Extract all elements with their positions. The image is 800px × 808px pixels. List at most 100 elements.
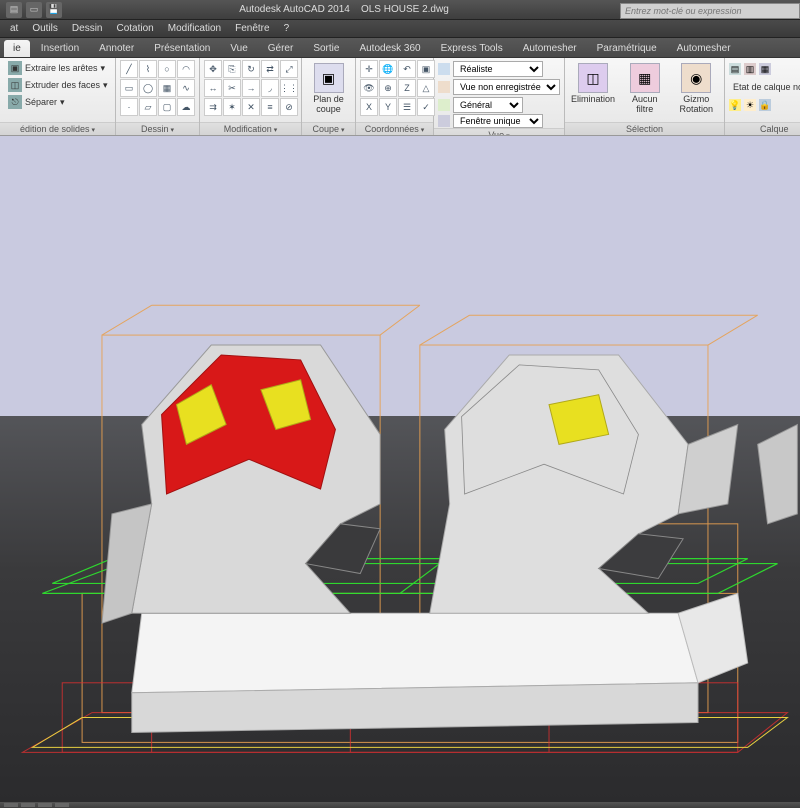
polyline-icon[interactable]: ⌇ <box>139 60 157 78</box>
tab-insertion[interactable]: Insertion <box>32 40 88 57</box>
separer-button[interactable]: ⎋ Séparer ▾ <box>4 94 112 110</box>
align-icon[interactable]: ≡ <box>261 98 279 116</box>
trim-icon[interactable]: ✂ <box>223 79 241 97</box>
spline-icon[interactable]: ∿ <box>177 79 195 97</box>
chevron-down-icon: ▾ <box>60 97 65 108</box>
tab-param[interactable]: Paramétrique <box>588 40 666 57</box>
menu-dessin[interactable]: Dessin <box>66 22 109 35</box>
menu-help[interactable]: ? <box>278 22 296 35</box>
ucs-world-icon[interactable]: 🌐 <box>379 60 397 78</box>
menu-format[interactable]: at <box>4 22 24 35</box>
array-icon[interactable]: ⋮⋮ <box>280 79 298 97</box>
plan-de-coupe-label: Plan de coupe <box>309 95 348 115</box>
tab-automesher2[interactable]: Automesher <box>668 40 740 57</box>
explode-icon[interactable]: ✶ <box>223 98 241 116</box>
layer-state-icon3: ▦ <box>759 63 771 75</box>
erase-icon[interactable]: ✕ <box>242 98 260 116</box>
mirror-icon[interactable]: ⇄ <box>261 60 279 78</box>
visual-style-row[interactable]: Réaliste <box>438 60 560 78</box>
dessin-grid: ╱ ⌇ ○ ◠ ▭ ◯ ▦ ∿ · ▱ ▢ ☁ <box>120 60 195 116</box>
tab-express[interactable]: Express Tools <box>432 40 512 57</box>
rect-icon[interactable]: ▭ <box>120 79 138 97</box>
arc-icon[interactable]: ◠ <box>177 60 195 78</box>
layer-state-row[interactable]: ▤ ▥ ▦ <box>729 60 800 78</box>
viewport-config-select[interactable]: Fenêtre unique <box>453 114 543 128</box>
ucs-3pt-icon[interactable]: △ <box>417 79 435 97</box>
rotate-icon[interactable]: ↻ <box>242 60 260 78</box>
panel-coupe: ▣ Plan de coupe Coupe▾ <box>302 58 356 135</box>
qat-save-icon[interactable]: 💾 <box>46 2 62 18</box>
copy-icon[interactable]: ⎘ <box>223 60 241 78</box>
tab-gerer[interactable]: Gérer <box>259 40 303 57</box>
ucs-x-icon[interactable]: X <box>360 98 378 116</box>
extraire-aretes-button[interactable]: ▣ Extraire les arêtes ▾ <box>4 60 112 76</box>
visual-style-select[interactable]: Réaliste <box>453 61 543 77</box>
extend-icon[interactable]: → <box>242 79 260 97</box>
status-icon[interactable] <box>21 803 35 807</box>
status-bar <box>0 802 800 808</box>
qat-open-icon[interactable]: ▭ <box>26 2 42 18</box>
revision-icon[interactable]: ☁ <box>177 98 195 116</box>
region-icon[interactable]: ▱ <box>139 98 157 116</box>
panel-selection: ◫ Elimination ▦ Aucun filtre ◉ Gizmo Rot… <box>565 58 725 135</box>
aucun-filtre-button[interactable]: ▦ Aucun filtre <box>621 60 669 118</box>
break-icon[interactable]: ⊘ <box>280 98 298 116</box>
status-icon[interactable] <box>55 803 69 807</box>
viewport-3d[interactable] <box>0 136 800 802</box>
tab-presentation[interactable]: Présentation <box>145 40 219 57</box>
ucs-icon[interactable]: ✛ <box>360 60 378 78</box>
gizmo-rotation-button[interactable]: ◉ Gizmo Rotation <box>673 60 721 118</box>
extruder-faces-button[interactable]: ◫ Extruder des faces ▾ <box>4 77 112 93</box>
tab-vue[interactable]: Vue <box>221 40 256 57</box>
ucs-face-icon[interactable]: ▣ <box>417 60 435 78</box>
stretch-icon[interactable]: ↔ <box>204 79 222 97</box>
point-icon[interactable]: · <box>120 98 138 116</box>
ribbon: ▣ Extraire les arêtes ▾ ◫ Extruder des f… <box>0 58 800 136</box>
ucs-z-icon[interactable]: Z <box>398 79 416 97</box>
ucs-y-icon[interactable]: Y <box>379 98 397 116</box>
ellipse-icon[interactable]: ◯ <box>139 79 157 97</box>
fillet-icon[interactable]: ◞ <box>261 79 279 97</box>
ucs-apply-icon[interactable]: ✓ <box>417 98 435 116</box>
menu-outils[interactable]: Outils <box>26 22 64 35</box>
ucs-prev-icon[interactable]: ↶ <box>398 60 416 78</box>
panel-coupe-title: Coupe▾ <box>302 122 355 135</box>
qat-new-icon[interactable]: ▤ <box>6 2 22 18</box>
extrude-faces-icon: ◫ <box>8 78 22 92</box>
visual-style-icon <box>438 63 450 75</box>
viewport-config-row[interactable]: Fenêtre unique <box>438 114 560 128</box>
move-icon[interactable]: ✥ <box>204 60 222 78</box>
separate-icon: ⎋ <box>8 95 22 109</box>
menu-modif[interactable]: Modification <box>162 22 227 35</box>
plan-de-coupe-button[interactable]: ▣ Plan de coupe <box>306 60 351 118</box>
ucs-view-icon[interactable]: 👁 <box>360 79 378 97</box>
tab-a360[interactable]: Autodesk 360 <box>350 40 429 57</box>
layer-current-row[interactable]: 💡 ☀ 🔒 <box>729 96 800 114</box>
layer-state-button[interactable]: Etat de calque non e <box>729 79 800 95</box>
tab-annoter[interactable]: Annoter <box>90 40 143 57</box>
coords-grid: ✛ 🌐 ↶ ▣ 👁 ⊕ Z △ X Y ☰ ✓ <box>360 60 435 116</box>
offset-icon[interactable]: ⇉ <box>204 98 222 116</box>
elimination-button[interactable]: ◫ Elimination <box>569 60 617 108</box>
view-general-select[interactable]: Général <box>453 97 523 113</box>
hatch-icon[interactable]: ▦ <box>158 79 176 97</box>
ucs-origin-icon[interactable]: ⊕ <box>379 79 397 97</box>
view-saved-select[interactable]: Vue non enregistrée <box>453 79 560 95</box>
circle-icon[interactable]: ○ <box>158 60 176 78</box>
modif-grid: ✥ ⎘ ↻ ⇄ ⤢ ↔ ✂ → ◞ ⋮⋮ ⇉ ✶ ✕ ≡ ⊘ <box>204 60 298 116</box>
line-icon[interactable]: ╱ <box>120 60 138 78</box>
status-icon[interactable] <box>38 803 52 807</box>
view-general-row[interactable]: Général <box>438 96 560 114</box>
search-input[interactable] <box>620 3 800 19</box>
view-saved-row[interactable]: Vue non enregistrée <box>438 78 560 96</box>
tab-sortie[interactable]: Sortie <box>304 40 348 57</box>
status-icon[interactable] <box>4 803 18 807</box>
boundary-icon[interactable]: ▢ <box>158 98 176 116</box>
gizmo-rotation-label: Gizmo Rotation <box>676 95 718 115</box>
menu-cotation[interactable]: Cotation <box>110 22 159 35</box>
menu-fenetre[interactable]: Fenêtre <box>229 22 275 35</box>
scale-icon[interactable]: ⤢ <box>280 60 298 78</box>
ucs-named-icon[interactable]: ☰ <box>398 98 416 116</box>
tab-automesher[interactable]: Automesher <box>514 40 586 57</box>
tab-home[interactable]: ie <box>4 40 30 57</box>
